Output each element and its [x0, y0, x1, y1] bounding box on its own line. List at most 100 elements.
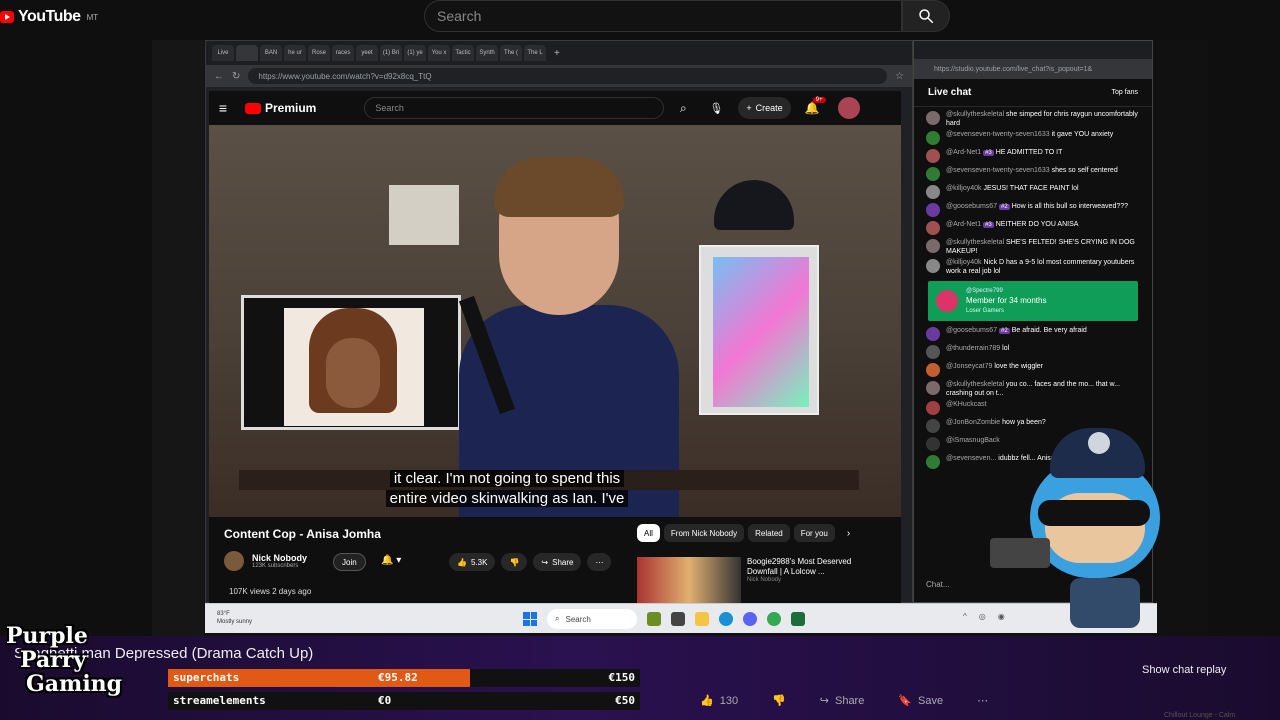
share-button: ↪ Share [533, 553, 582, 571]
chat-avatar [926, 149, 940, 163]
browser-tab: Synth [476, 45, 498, 61]
member-text: Member for 34 months [966, 296, 1047, 305]
avatar-hat-badge [1088, 432, 1110, 454]
dislike-button: 👎 [501, 553, 528, 571]
captions: it clear. I'm not going to spend this en… [357, 469, 657, 509]
chat-text: it gave YOU anxiety [1051, 131, 1114, 138]
presenter-hair [494, 157, 624, 217]
youtube-play-icon [245, 102, 261, 114]
chat-avatar [926, 239, 940, 253]
more-actions-button[interactable]: ⋯ [977, 694, 988, 707]
chat-avatar [926, 203, 940, 217]
chip-related: Related [748, 524, 790, 542]
app-icon [791, 612, 805, 626]
browser-tab: (1) ye [404, 45, 426, 61]
purple-parry-logo: Purple Parry Gaming [6, 624, 166, 720]
avatar-sunglasses [1038, 500, 1150, 526]
address-row: ← ↻ https://www.youtube.com/watch?v=d92x… [206, 65, 912, 87]
share-button[interactable]: ↪ Share [820, 694, 865, 708]
chat-filter: Top fans [1111, 89, 1138, 96]
inner-youtube-header: ≡ Premium Search ⌕ 🎙 + Create 🔔 9+ [209, 91, 901, 125]
chat-avatar [926, 167, 940, 181]
subscriber-count: 123K subscribers [252, 563, 299, 569]
search-icon: ⌕ [679, 100, 687, 115]
chat-username: @Jonseycat79 [946, 363, 993, 370]
channel-name: Nick Nobody [252, 553, 308, 563]
browser-tab: (1) Bri [380, 45, 402, 61]
thumbs-down-icon: 👎 [772, 695, 786, 707]
save-button[interactable]: 🔖 Save [898, 694, 943, 708]
bookmark-icon: 🔖 [898, 695, 913, 707]
browser-tab: BAN [260, 45, 282, 61]
address-bar: https://www.youtube.com/watch?v=d92x8cq_… [248, 68, 888, 84]
chat-text: HE ADMITTED TO IT [995, 149, 1063, 156]
like-button[interactable]: 👍 130 [700, 694, 739, 708]
chat-username: @sevenseven... [946, 455, 997, 462]
recommendation-chips: All From Nick Nobody Related For you › [637, 517, 850, 549]
woman-face [326, 338, 380, 408]
caption-line-2: entire video skinwalking as Ian. I've [385, 490, 629, 507]
faint-text: Chillout Lounge - Calm [1164, 712, 1236, 719]
member-sub: Loser Gamers [966, 308, 1005, 314]
dislike-button[interactable]: 👎 [772, 694, 786, 707]
chat-message: @killjoy40k JESUS! THAT FACE PAINT lol [914, 183, 1152, 201]
share-label: Share [552, 557, 574, 567]
chat-username: @Ard-Net1 [946, 221, 982, 228]
tray-app-icon: ◎ [978, 612, 986, 621]
bell-icon: 🔔 9+ [805, 97, 826, 115]
browser-tab: The ( [500, 45, 522, 61]
chat-avatar [926, 111, 940, 125]
create-label: Create [755, 103, 783, 113]
browser-tab: he ur [284, 45, 306, 61]
thumbs-up-icon: 👍 [457, 557, 467, 567]
chat-username: @sevenseven-twenty-seven1633 [946, 131, 1050, 138]
goal-current: €95.82 [378, 671, 418, 684]
browser-tab: Rose [308, 45, 330, 61]
share-label: Share [834, 694, 865, 707]
chip-from-channel: From Nick Nobody [663, 524, 745, 542]
browser-tab: Live [212, 45, 234, 61]
share-icon: ↪ [541, 557, 549, 567]
youtube-logo-text: YouTube [18, 8, 81, 25]
edge-icon [719, 612, 733, 626]
chat-avatar [926, 401, 940, 415]
like-count: 5.3K [470, 557, 488, 567]
chat-message: @goosebums67 #2 Be afraid. Be very afrai… [914, 325, 1152, 343]
chat-username: @skullytheskeletal [946, 381, 1005, 388]
chat-window-tab [914, 41, 1152, 59]
chat-address-bar: https://studio.youtube.com/live_chat?is_… [914, 59, 1152, 79]
search-placeholder: Search [437, 8, 482, 24]
member-avatar [936, 290, 958, 312]
chat-username: @killjoy40k [946, 185, 982, 192]
chat-avatar [926, 327, 940, 341]
search-button[interactable] [902, 0, 950, 32]
chat-message: @KHuckcast [914, 399, 1152, 417]
membership-message: @Spectre799 Member for 34 months Loser Gam… [928, 281, 1138, 321]
caption-line-1: it clear. I'm not going to spend this [389, 470, 625, 487]
thumbs-up-icon: 👍 [700, 695, 714, 707]
chat-avatar [926, 259, 940, 273]
chat-avatar [926, 437, 940, 451]
browser-tab: You x [428, 45, 450, 61]
youtube-header: YouTube MT Search [0, 0, 1280, 40]
chat-message: @Ard-Net1 #3 NEITHER DO YOU ANISA [914, 219, 1152, 237]
like-button: 👍 5.3K [449, 553, 496, 571]
chat-message: @killjoy40k Nick D has a 9-5 lol most co… [914, 257, 1152, 277]
chat-avatar [926, 185, 940, 199]
menu-icon: ≡ [218, 100, 228, 116]
like-count: 130 [719, 694, 739, 707]
widgets-icon [647, 612, 661, 626]
goal-bar-superchats: superchats €95.82 €150 [168, 669, 640, 687]
search-input[interactable]: Search [424, 0, 902, 32]
chat-badge: #2 [999, 204, 1010, 210]
chat-username: @thunderrain789 [946, 345, 1001, 352]
goal-max: €50 [615, 694, 635, 707]
search-icon: ⌕ [555, 614, 560, 623]
browser-tab: The L [524, 45, 546, 61]
show-chat-replay-button[interactable]: Show chat replay [1142, 664, 1226, 676]
channel-avatar [224, 551, 244, 571]
chrome-icon [767, 612, 781, 626]
browser-tab: yeet [356, 45, 378, 61]
chat-avatar [926, 131, 940, 145]
youtube-logo[interactable]: YouTube MT [0, 8, 98, 26]
